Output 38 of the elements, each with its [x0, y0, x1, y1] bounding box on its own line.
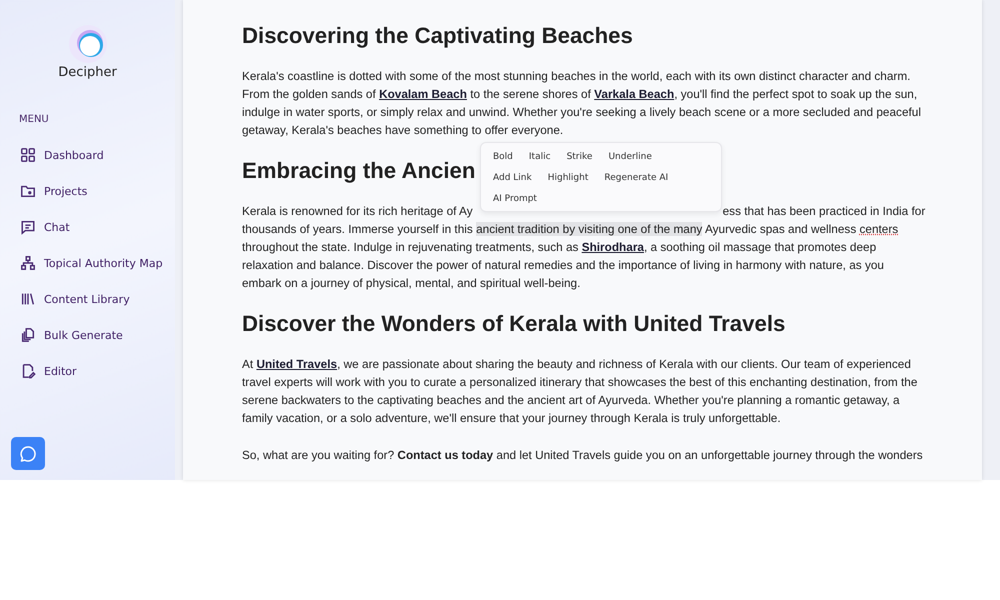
grid-icon [20, 147, 36, 163]
section-heading: Discover the Wonders of Kerala with United Travels [242, 311, 786, 337]
link[interactable]: Shirodhara [582, 240, 644, 254]
chat-button[interactable] [11, 437, 45, 470]
menu-item[interactable]: Highlight [542, 169, 594, 187]
section-heading: Discovering the Captivating Beaches [242, 23, 633, 49]
paragraph: Kerala's coastline is dotted with some of the most stunning beaches in the world, each with its own distinct character and charm. From the golden sands of Kovalam Beach to the serene shores of Varkala Beach, you'll find the perfect spot to soak up the sun, indulge in water sports, or simply relax and unwind. Whether you're seeking a lively beach scene or a more secluded and peaceful getaway, Kerala's beaches have something to offer everyone. [242, 68, 922, 139]
link[interactable]: Varkala Beach [594, 87, 674, 101]
misspelled-word: centers [860, 222, 898, 236]
library-icon [20, 291, 36, 307]
menu-label: MENU [19, 114, 50, 125]
copy-icon [20, 327, 36, 343]
folder-icon [20, 183, 36, 199]
paragraph: At United Travels, we are passionate about sharing the beauty and richness of Kerala with our clients. Our team of experienced travel experts will work with you to curate a personalized itinerary that showcases the best of this enchanting destination, from the serene backwaters to the captivating beaches and the ancient art of Ayurveda. Whether you're planning a romantic getaway, a family vacation, or a solo adventure, we'll ensure that your journey through Kerala is truly unforgettable. [242, 356, 918, 427]
link[interactable]: Kovalam Beach [379, 87, 467, 101]
paragraph: So, what are you waiting for? Contact us today and let United Travels guide you on an unforgettable journey through the wonders [242, 447, 924, 464]
section-heading: Embracing the Ancien [242, 158, 476, 184]
menu-item[interactable]: Underline [602, 148, 658, 166]
nav-item[interactable]: Content Library [0, 281, 175, 317]
brand-name: Decipher [58, 65, 117, 80]
hierarchy-icon [20, 255, 36, 271]
nav-item[interactable]: Dashboard [0, 137, 175, 173]
menu-item[interactable]: Bold [487, 148, 519, 166]
message-icon [20, 219, 36, 235]
menu-item[interactable]: Add Link [487, 169, 538, 187]
edit-icon [20, 363, 36, 379]
menu-item[interactable]: Regenerate AI [598, 169, 674, 187]
nav-item[interactable]: Chat [0, 209, 175, 245]
logo-icon [68, 24, 108, 64]
nav-item[interactable]: Topical Authority Map [0, 245, 175, 281]
selected-text: ancient tradition by visiting one of the many [476, 222, 702, 236]
menu-item[interactable]: Italic [522, 148, 557, 166]
nav-item[interactable]: Bulk Generate [0, 317, 175, 353]
speech-bubble-icon [19, 444, 37, 462]
menu-item[interactable]: Strike [560, 148, 598, 166]
nav-item[interactable]: Editor [0, 353, 175, 389]
nav-item[interactable]: Projects [0, 173, 175, 209]
link[interactable]: United Travels [256, 357, 338, 371]
